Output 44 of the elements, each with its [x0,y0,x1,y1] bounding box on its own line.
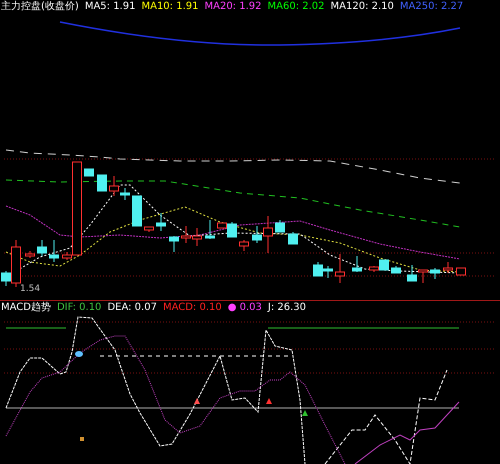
candlestick [25,250,35,258]
indicator-value: 主力控盘(收盘价) [1,1,79,13]
candlestick [288,232,298,244]
candlestick [456,268,466,276]
indicator-value: MA120: 2.10 [330,1,394,13]
indicator-value: MACD: 0.10 [162,302,222,314]
candlestick [97,174,107,192]
indicator-value: J: 26.30 [268,302,306,314]
candlestick [418,270,428,284]
indicator-value: MACD趋势 [1,302,51,314]
indicator-value: ● 0.03 [228,302,262,314]
candlestick [313,262,323,276]
candlestick [430,268,440,280]
candlestick [205,220,215,240]
indicator-value: MA20: 1.92 [204,1,262,13]
up-arrow-icon [266,398,272,404]
up-arrow-icon [194,398,200,404]
square-icon [80,437,84,441]
dot-icon [75,351,83,357]
candlestick [275,220,285,232]
indicator-value: MA250: 2.27 [400,1,464,13]
candlestick [144,226,154,232]
candlestick [181,226,191,244]
candlestick [352,256,362,272]
candlestick [323,266,333,278]
candlestick [84,168,94,176]
candlestick [169,236,179,252]
candlestick [239,240,249,252]
up-arrow-icon [302,410,308,416]
candlestick [443,262,453,274]
indicator-value: MA5: 1.91 [84,1,136,13]
candlestick [391,266,401,274]
candlestick [49,240,59,262]
candlestick [156,212,166,232]
candlestick [335,254,345,284]
indicator-value: DIF: 0.10 [56,302,102,314]
indicator-value: MA60: 2.02 [268,1,325,13]
indicator-value: MA10: 1.91 [141,1,198,13]
candlestick [37,240,47,256]
low-price-label: 1.54 [20,284,40,294]
indicator-value: DEA: 0.07 [107,302,157,314]
candlestick [407,264,417,282]
candlestick [132,196,142,226]
candlestick [192,228,202,246]
